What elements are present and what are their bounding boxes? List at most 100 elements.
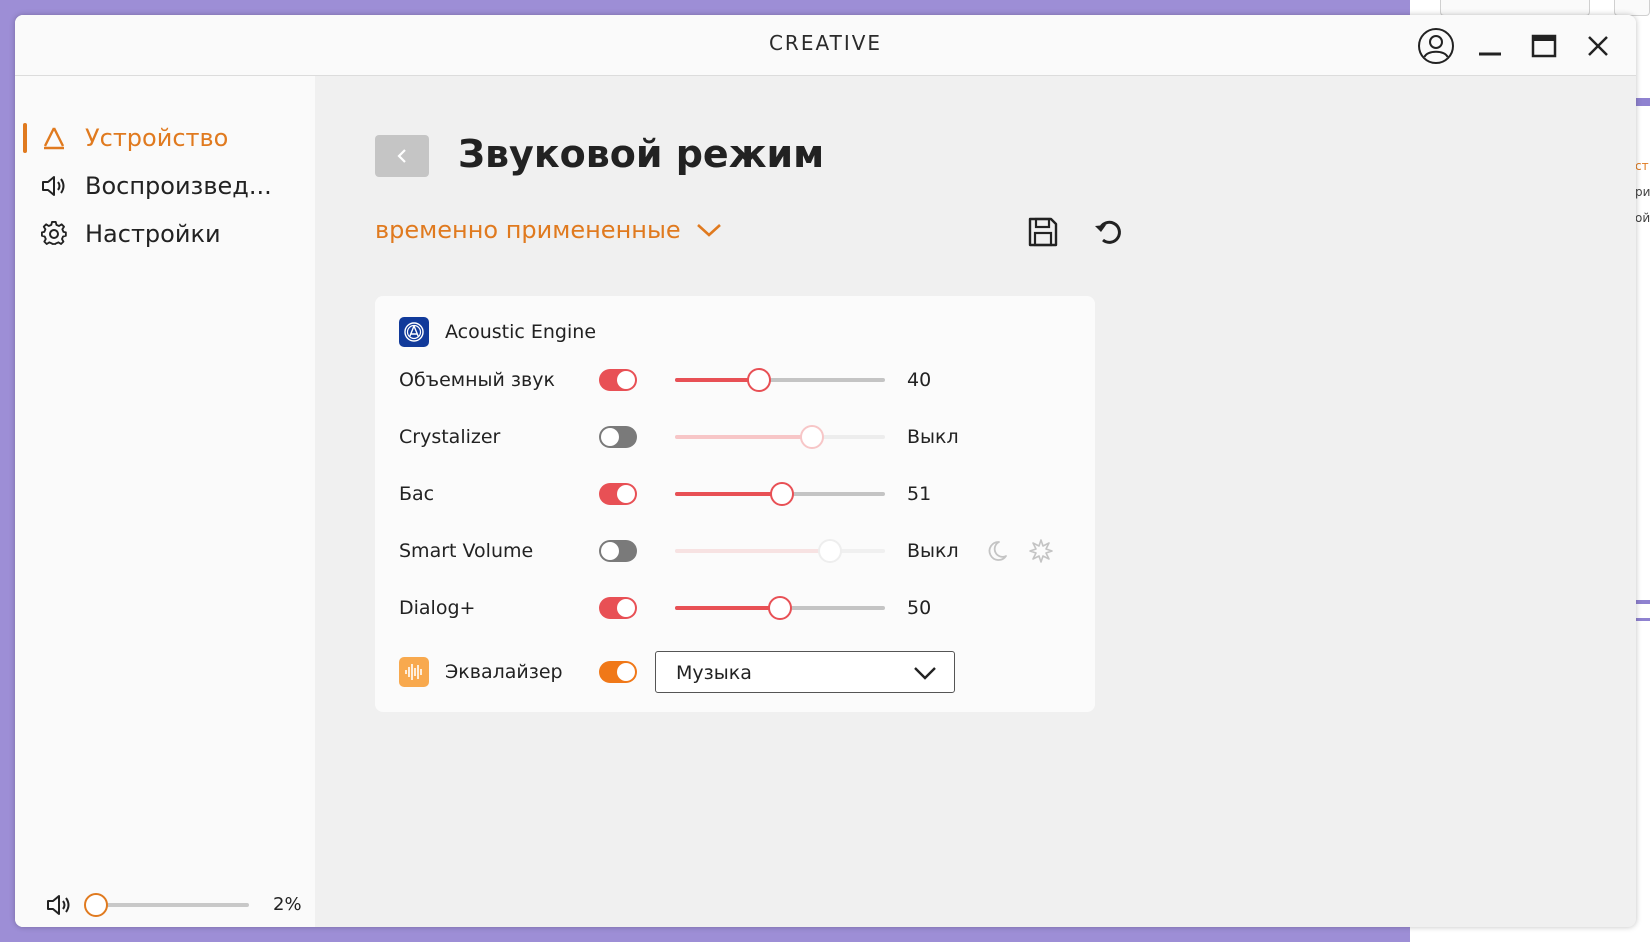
back-button[interactable] [375,135,429,177]
surround-slider[interactable] [675,368,885,392]
volume-slider-thumb[interactable] [84,893,109,917]
setting-row-smart-volume: Smart Volume Выкл [375,531,1095,571]
slider-fill [675,492,783,496]
moon-icon [988,541,1007,561]
sidebar-item-playback[interactable]: Воспроизвед... [15,166,315,206]
active-indicator [23,123,27,153]
setting-value: 40 [907,369,932,391]
acoustic-engine-header: Acoustic Engine [399,316,596,348]
maximize-icon [1531,34,1557,58]
setting-label: Объемный звук [399,369,555,391]
chevron-down-icon [912,661,938,685]
setting-row-bass: Бас 51 [375,474,1095,514]
toggle-knob [617,485,635,503]
setting-value: Выкл [907,540,959,562]
equalizer-toggle[interactable] [599,661,637,683]
burst-icon [1029,539,1053,563]
bass-toggle[interactable] [599,483,637,505]
setting-row-crystalizer: Crystalizer Выкл [375,417,1095,457]
acoustic-engine-icon [399,317,429,347]
setting-value: Выкл [907,426,959,448]
equalizer-preset-select[interactable]: Музыка [655,651,955,693]
night-mode-button[interactable] [983,537,1011,565]
account-button[interactable] [1415,25,1457,67]
creative-logo: CREATIVE [768,31,883,55]
reset-button[interactable] [1091,214,1127,250]
chevron-down-icon [695,216,723,244]
speaker-icon[interactable] [45,891,75,919]
volume-percent: 2% [273,894,302,915]
setting-row-dialog: Dialog+ 50 [375,588,1095,628]
save-button[interactable] [1025,214,1061,250]
crystalizer-toggle[interactable] [599,426,637,448]
main-content: Звуковой режим временно примененные Acou… [315,76,1636,927]
maximize-button[interactable] [1523,25,1565,67]
slider-thumb[interactable] [818,539,843,563]
equalizer-selected-value: Музыка [676,662,752,684]
page-title: Звуковой режим [458,132,825,176]
toggle-knob [601,428,619,446]
equalizer-icon [399,657,429,687]
slider-thumb[interactable] [799,425,824,449]
reset-icon [1095,220,1121,244]
loud-mode-button[interactable] [1027,537,1055,565]
acoustic-engine-title: Acoustic Engine [445,321,597,343]
volume-slider-track[interactable] [89,903,249,907]
sidebar-item-label: Устройство [85,124,229,152]
background-tab-camera [1614,0,1650,16]
setting-row-surround: Объемный звук 40 [375,360,1095,400]
background-text-fragment: ст [1635,159,1649,173]
floppy-disk-icon [1028,217,1058,247]
minimize-icon [1479,52,1501,56]
close-icon [1588,36,1608,56]
background-divider [1635,600,1650,604]
master-volume: 2% [29,886,309,922]
toggle-knob [601,542,619,560]
toggle-knob [617,599,635,617]
slider-fill [675,549,831,553]
sidebar-item-label: Воспроизвед... [85,172,272,200]
smart-volume-toggle[interactable] [599,540,637,562]
crystalizer-slider[interactable] [675,425,885,449]
background-text-fragment: ри [1635,185,1650,199]
slider-thumb[interactable] [768,596,792,620]
background-divider [1635,98,1650,106]
minimize-button[interactable] [1469,25,1511,67]
background-text-fragment: ой [1635,211,1650,225]
slider-fill [675,606,780,610]
setting-value: 51 [907,483,932,505]
smart-volume-slider[interactable] [675,539,885,563]
sidebar-item-settings[interactable]: Настройки [15,214,315,254]
toggle-knob [617,371,635,389]
acoustic-engine-card: Acoustic Engine Объемный звук 40 Crystal… [375,296,1095,712]
speaker-icon [39,171,69,201]
title-bar: CREATIVE [15,15,1636,76]
setting-label: Crystalizer [399,426,501,448]
toggle-knob [617,663,635,681]
sidebar-item-device[interactable]: Устройство [15,118,315,158]
dialog-slider[interactable] [675,596,885,620]
app-window: CREATIVE Устройство Воспроизвед... Настр… [15,15,1636,927]
preset-dropdown[interactable]: временно примененные [375,216,723,244]
chevron-left-icon [397,149,406,163]
setting-value: 50 [907,597,932,619]
preset-label: временно примененные [375,216,681,244]
equalizer-header: Эквалайзер [399,656,563,688]
setting-label: Бас [399,483,435,505]
gear-icon [39,219,69,249]
surround-toggle[interactable] [599,369,637,391]
bass-slider[interactable] [675,482,885,506]
setting-label: Smart Volume [399,540,534,562]
close-button[interactable] [1577,25,1619,67]
equalizer-label: Эквалайзер [445,661,563,683]
sidebar: Устройство Воспроизвед... Настройки 2% [15,76,315,927]
sidebar-item-label: Настройки [85,220,221,248]
background-divider [1635,618,1650,621]
slider-thumb[interactable] [770,482,795,506]
setting-label: Dialog+ [399,597,476,619]
background-tab [1440,0,1590,16]
slider-thumb[interactable] [747,368,771,392]
slider-fill [675,435,812,439]
user-icon [1418,28,1454,64]
dialog-toggle[interactable] [599,597,637,619]
